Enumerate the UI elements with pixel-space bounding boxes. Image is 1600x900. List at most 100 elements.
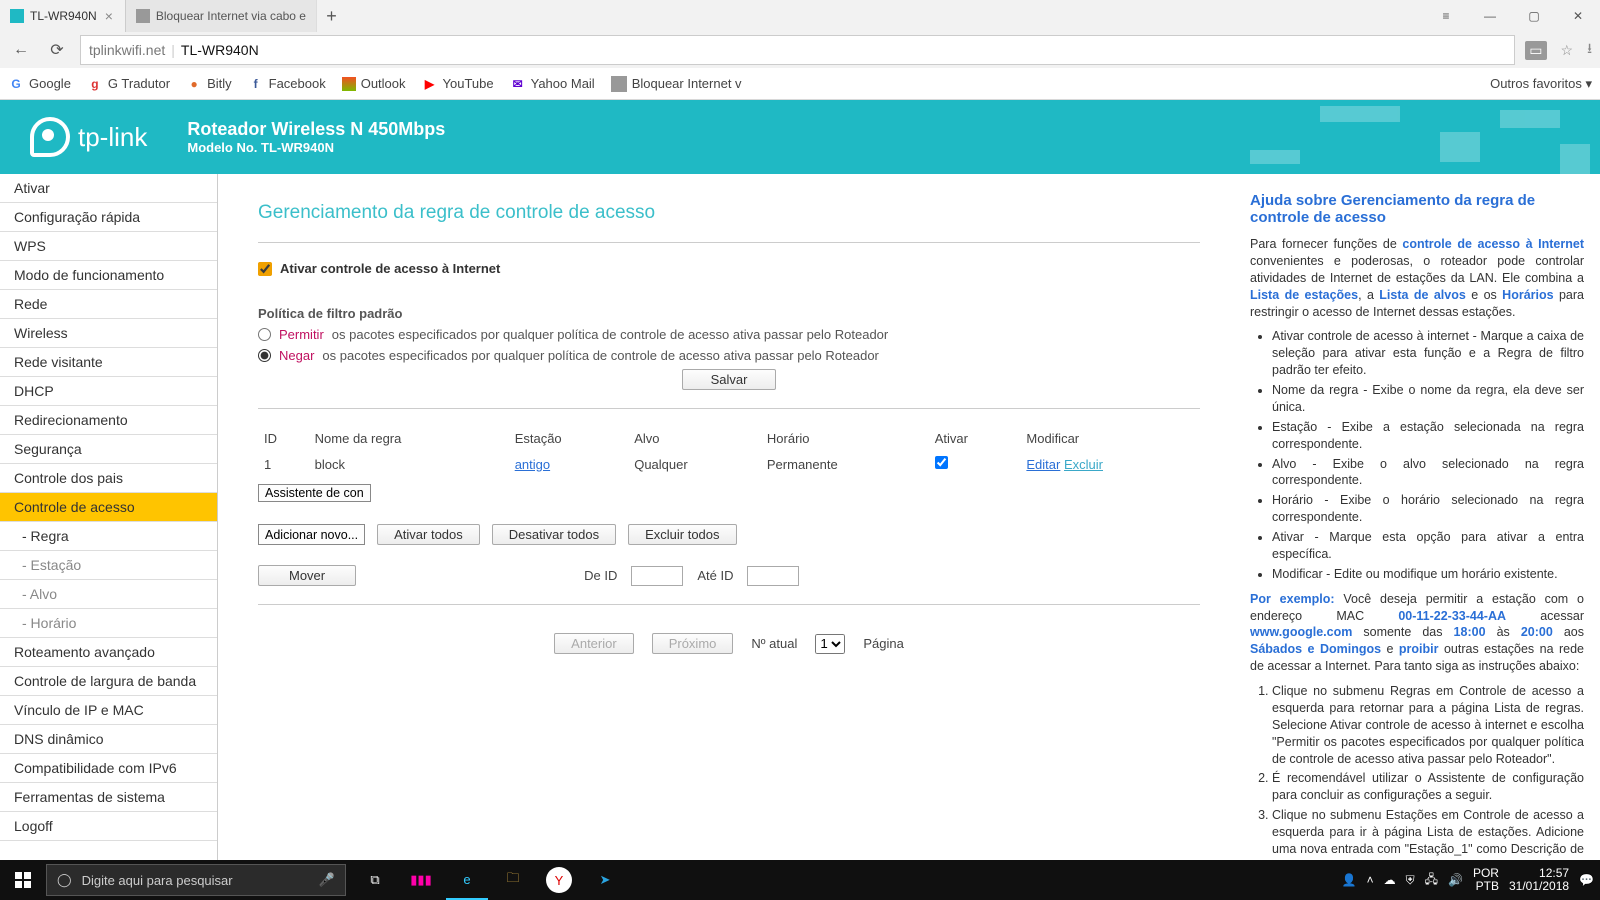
- reading-mode-icon[interactable]: ▭: [1525, 41, 1546, 60]
- url-input[interactable]: tplinkwifi.net | TL-WR940N: [80, 35, 1515, 65]
- to-id-input[interactable]: [747, 566, 799, 586]
- sidebar-item-rede[interactable]: Rede: [0, 290, 217, 319]
- disable-all-button[interactable]: Desativar todos: [492, 524, 616, 545]
- sidebar-item-wps[interactable]: WPS: [0, 232, 217, 261]
- defender-icon[interactable]: ⛨: [1406, 873, 1415, 888]
- sidebar-item-largura-banda[interactable]: Controle de largura de banda: [0, 667, 217, 696]
- sidebar-sub-regra[interactable]: - Regra: [0, 522, 217, 551]
- product-model: Modelo No. TL-WR940N: [187, 140, 445, 155]
- bookmark-outlook[interactable]: Outlook: [342, 76, 406, 91]
- taskbar-lang[interactable]: PORPTB: [1473, 867, 1499, 893]
- cell-station-link[interactable]: antigo: [515, 457, 550, 472]
- cell-enable-checkbox[interactable]: [935, 456, 948, 469]
- router-banner: tp-link Roteador Wireless N 450Mbps Mode…: [0, 100, 1600, 174]
- help-link-schedules[interactable]: Horários: [1502, 288, 1553, 302]
- policy-allow-radio[interactable]: [258, 328, 271, 341]
- sidebar-item-modo[interactable]: Modo de funcionamento: [0, 261, 217, 290]
- app-yandex-icon[interactable]: Y: [546, 867, 572, 893]
- config-assistant-button[interactable]: Assistente de con: [258, 484, 371, 502]
- help-bullet: Nome da regra - Exibe o nome da regra, e…: [1272, 382, 1584, 416]
- browser-chrome: TL-WR940N × Bloquear Internet via cabo e…: [0, 0, 1600, 174]
- task-view-icon[interactable]: ⧉: [354, 860, 396, 900]
- sidebar-sub-horario[interactable]: - Horário: [0, 609, 217, 638]
- close-tab-icon[interactable]: ×: [103, 8, 115, 24]
- move-button[interactable]: Mover: [258, 565, 356, 586]
- sidebar-item-ipv6[interactable]: Compatibilidade com IPv6: [0, 754, 217, 783]
- bookmark-bitly[interactable]: ●Bitly: [186, 76, 232, 92]
- other-bookmarks[interactable]: Outros favoritos ▾: [1490, 76, 1592, 92]
- taskbar-search[interactable]: ◯ Digite aqui para pesquisar 🎤: [46, 864, 346, 896]
- cell-id: 1: [258, 450, 309, 478]
- bookmark-gtradutor[interactable]: gG Tradutor: [87, 76, 170, 92]
- help-link-stations[interactable]: Lista de estações: [1250, 288, 1358, 302]
- sidebar-sub-alvo[interactable]: - Alvo: [0, 580, 217, 609]
- favorite-star-icon[interactable]: ☆: [1561, 42, 1574, 59]
- col-schedule: Horário: [761, 427, 929, 450]
- next-page-button[interactable]: Próximo: [652, 633, 734, 654]
- help-title: Ajuda sobre Gerenciamento da regra de co…: [1250, 192, 1584, 226]
- action-center-icon[interactable]: 💬: [1579, 873, 1594, 887]
- sidebar-item-configuracao-rapida[interactable]: Configuração rápida: [0, 203, 217, 232]
- sidebar-item-ferramentas[interactable]: Ferramentas de sistema: [0, 783, 217, 812]
- page-select[interactable]: 1: [815, 634, 845, 654]
- sidebar-item-ip-mac[interactable]: Vínculo de IP e MAC: [0, 696, 217, 725]
- bookmark-google[interactable]: GGoogle: [8, 76, 71, 92]
- tray-chevron-icon[interactable]: ˄: [1367, 873, 1374, 887]
- help-link-targets[interactable]: Lista de alvos: [1379, 288, 1466, 302]
- people-icon[interactable]: 👤: [1342, 873, 1357, 887]
- sidebar-item-ativar[interactable]: Ativar: [0, 174, 217, 203]
- sidebar-item-dns-dinamico[interactable]: DNS dinâmico: [0, 725, 217, 754]
- bookmark-youtube[interactable]: ▶YouTube: [422, 76, 494, 92]
- refresh-button[interactable]: ⟳: [44, 37, 70, 63]
- start-button[interactable]: [0, 872, 46, 888]
- volume-icon[interactable]: 🔊: [1448, 873, 1463, 887]
- menu-icon[interactable]: ≡: [1424, 0, 1468, 32]
- help-bullet: Ativar controle de acesso à internet - M…: [1272, 328, 1584, 379]
- prev-page-button[interactable]: Anterior: [554, 633, 634, 654]
- new-tab-button[interactable]: +: [316, 0, 346, 32]
- downloads-icon[interactable]: ⭳: [1587, 38, 1592, 62]
- back-button[interactable]: ←: [8, 37, 34, 63]
- minimize-icon[interactable]: —: [1468, 0, 1512, 32]
- window-controls: ≡ — ▢ ✕: [1424, 0, 1600, 32]
- sidebar-item-rede-visitante[interactable]: Rede visitante: [0, 348, 217, 377]
- page-label: Página: [863, 636, 903, 651]
- bookmark-facebook[interactable]: fFacebook: [248, 76, 326, 92]
- sidebar-item-seguranca[interactable]: Segurança: [0, 435, 217, 464]
- sidebar-item-roteamento[interactable]: Roteamento avançado: [0, 638, 217, 667]
- sidebar-item-controle-acesso[interactable]: Controle de acesso: [0, 493, 217, 522]
- edit-link[interactable]: Editar: [1026, 457, 1060, 472]
- enable-all-button[interactable]: Ativar todos: [377, 524, 480, 545]
- sidebar-item-dhcp[interactable]: DHCP: [0, 377, 217, 406]
- mic-icon[interactable]: 🎤: [319, 872, 335, 888]
- sidebar-item-redirecionamento[interactable]: Redirecionamento: [0, 406, 217, 435]
- enable-access-control-checkbox[interactable]: [258, 262, 272, 276]
- app-telegram-icon[interactable]: ➤: [584, 860, 626, 900]
- bookmark-yahoomail[interactable]: ✉Yahoo Mail: [510, 76, 595, 92]
- from-id-input[interactable]: [631, 566, 683, 586]
- save-button[interactable]: Salvar: [682, 369, 777, 390]
- maximize-icon[interactable]: ▢: [1512, 0, 1556, 32]
- col-enable: Ativar: [929, 427, 1021, 450]
- sidebar-item-wireless[interactable]: Wireless: [0, 319, 217, 348]
- taskbar-clock[interactable]: 12:5731/01/2018: [1509, 867, 1569, 893]
- browser-tab-active[interactable]: TL-WR940N ×: [0, 0, 125, 32]
- delete-all-button[interactable]: Excluir todos: [628, 524, 736, 545]
- close-window-icon[interactable]: ✕: [1556, 0, 1600, 32]
- policy-deny-radio[interactable]: [258, 349, 271, 362]
- app-deezer-icon[interactable]: ▮▮▮: [400, 860, 442, 900]
- bookmark-bloquear[interactable]: Bloquear Internet v: [611, 76, 742, 92]
- app-explorer-icon[interactable]: 🗀: [492, 860, 534, 900]
- delete-link[interactable]: Excluir: [1064, 457, 1103, 472]
- onedrive-icon[interactable]: ☁: [1384, 873, 1396, 887]
- add-new-button[interactable]: Adicionar novo...: [258, 524, 365, 545]
- sidebar-sub-estacao[interactable]: - Estação: [0, 551, 217, 580]
- browser-tab-inactive[interactable]: Bloquear Internet via cabo e: [125, 0, 316, 32]
- network-icon[interactable]: 🖧: [1425, 870, 1438, 891]
- sidebar-item-controle-pais[interactable]: Controle dos pais: [0, 464, 217, 493]
- tplink-logo-icon: [30, 117, 70, 157]
- app-edge-icon[interactable]: e: [446, 860, 488, 900]
- help-example: Por exemplo: Você deseja permitir a esta…: [1250, 591, 1584, 675]
- sidebar-item-logoff[interactable]: Logoff: [0, 812, 217, 841]
- help-link-access-control[interactable]: controle de acesso à Internet: [1402, 237, 1584, 251]
